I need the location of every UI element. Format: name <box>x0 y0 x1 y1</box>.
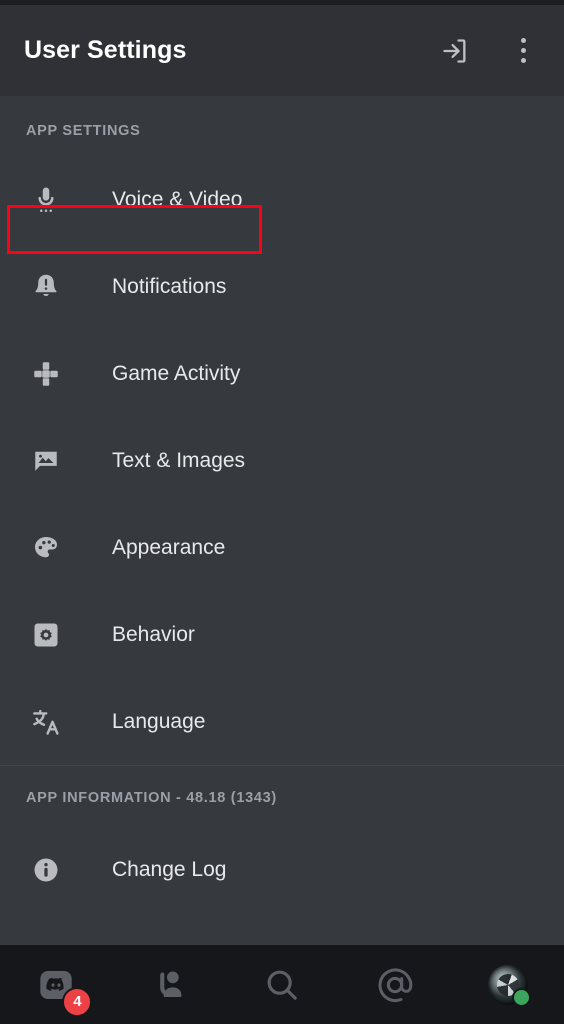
settings-item-voice-video[interactable]: Voice & Video <box>0 156 564 243</box>
mentions-icon <box>375 965 415 1005</box>
section-header-app-information: APP INFORMATION - 48.18 (1343) <box>26 790 277 806</box>
page-title: User Settings <box>24 36 187 64</box>
settings-item-label: Appearance <box>112 536 226 559</box>
settings-item-label: Change Log <box>112 858 227 881</box>
settings-item-label: Text & Images <box>112 449 246 472</box>
settings-scroll-area[interactable]: APP SETTINGS Voice & Video Notifications… <box>0 96 564 945</box>
bell-alert-icon <box>24 272 68 302</box>
search-icon <box>262 965 302 1005</box>
logout-button[interactable] <box>436 32 474 70</box>
translate-icon <box>24 707 68 737</box>
app-settings-list: Voice & Video Notifications Game Activit… <box>0 156 564 765</box>
nav-tab-mentions[interactable] <box>338 945 451 1024</box>
logout-icon <box>441 37 469 65</box>
settings-item-label: Game Activity <box>112 362 241 385</box>
info-icon <box>24 855 68 885</box>
settings-item-label: Notifications <box>112 275 227 298</box>
app-information-list: Change Log <box>0 826 564 913</box>
more-vertical-icon <box>520 38 526 63</box>
bottom-navigation-bar: 4 <box>0 945 564 1024</box>
nav-tab-profile[interactable] <box>451 945 564 1024</box>
nav-tab-search[interactable] <box>226 945 339 1024</box>
settings-item-appearance[interactable]: Appearance <box>0 504 564 591</box>
settings-item-label: Voice & Video <box>112 188 243 211</box>
image-message-icon <box>24 446 68 476</box>
settings-item-text-images[interactable]: Text & Images <box>0 417 564 504</box>
status-badge-online <box>511 987 531 1007</box>
settings-item-label: Behavior <box>112 623 195 646</box>
settings-item-behavior[interactable]: Behavior <box>0 591 564 678</box>
palette-icon <box>24 533 68 563</box>
settings-item-language[interactable]: Language <box>0 678 564 765</box>
microphone-icon <box>24 185 68 215</box>
nav-tab-friends[interactable] <box>113 945 226 1024</box>
settings-item-game-activity[interactable]: Game Activity <box>0 330 564 417</box>
user-settings-screen: User Settings APP SETTINGS Voice & Video… <box>0 0 564 1024</box>
unread-badge: 4 <box>62 986 93 1017</box>
header-actions <box>436 32 542 70</box>
friends-icon <box>149 965 189 1005</box>
section-header-app-settings: APP SETTINGS <box>26 123 141 139</box>
settings-item-label: Language <box>112 710 206 733</box>
settings-item-notifications[interactable]: Notifications <box>0 243 564 330</box>
screen-header: User Settings <box>0 5 564 96</box>
gamepad-icon <box>24 359 68 389</box>
gear-square-icon <box>24 620 68 650</box>
overflow-menu-button[interactable] <box>504 32 542 70</box>
nav-tab-servers[interactable]: 4 <box>0 945 113 1024</box>
settings-item-change-log[interactable]: Change Log <box>0 826 564 913</box>
